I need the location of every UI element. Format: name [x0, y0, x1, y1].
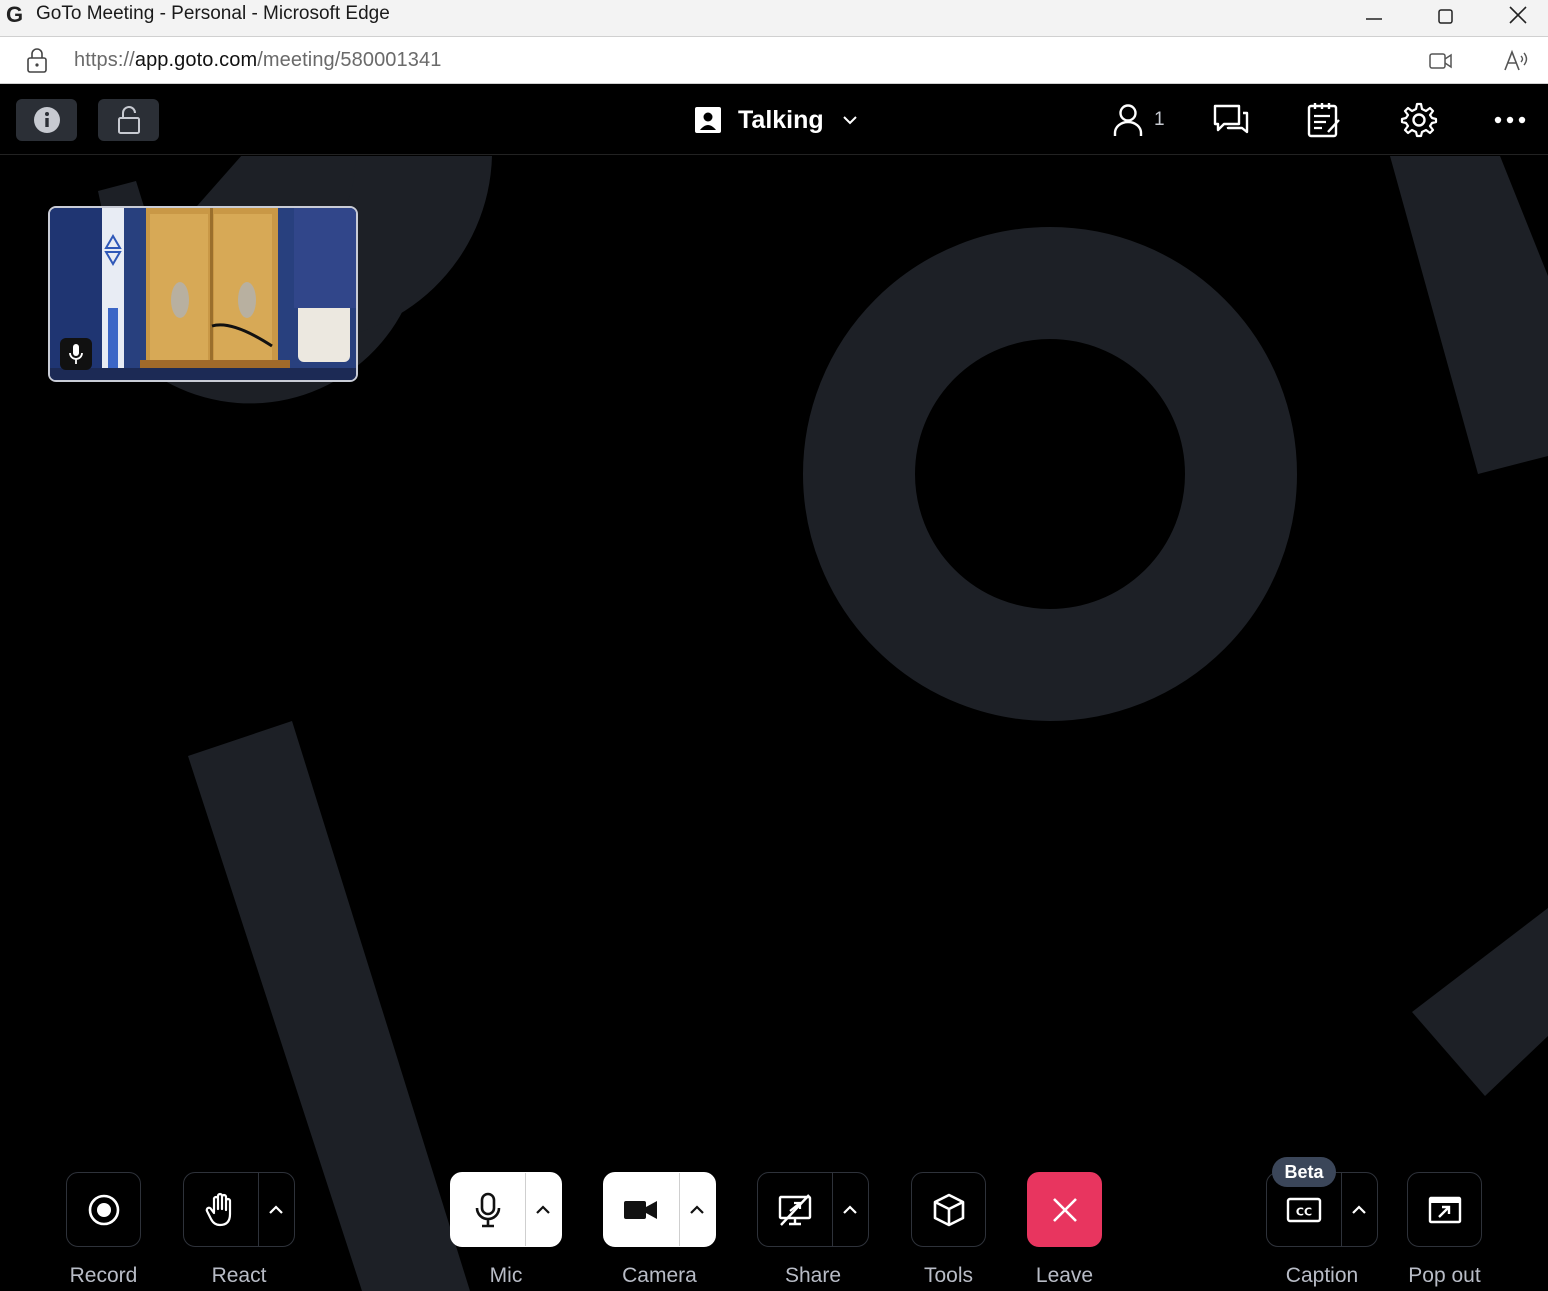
read-aloud-icon[interactable]: [1502, 48, 1530, 74]
record-icon: [88, 1194, 119, 1225]
caption-label: Caption: [1285, 1264, 1359, 1287]
minimize-button[interactable]: [1338, 0, 1410, 30]
pop-out-button[interactable]: [1407, 1172, 1482, 1247]
chevron-up-icon: [1352, 1204, 1367, 1214]
share-label: Share: [784, 1264, 842, 1287]
camera-button[interactable]: [604, 1173, 679, 1246]
address-bar[interactable]: https://app.goto.com/meeting/580001341: [0, 36, 1548, 84]
react-button-group[interactable]: [183, 1172, 295, 1247]
settings-gear-icon[interactable]: [1400, 101, 1438, 139]
share-options-button[interactable]: [833, 1173, 868, 1246]
attendee-count: 1: [1154, 109, 1165, 130]
mic-label: Mic: [489, 1264, 523, 1287]
info-icon: [33, 107, 60, 133]
camera-feed-image: [50, 208, 356, 380]
meeting-info-button[interactable]: [16, 99, 77, 141]
url-text[interactable]: https://app.goto.com/meeting/580001341: [74, 49, 441, 72]
video-camera-icon: [624, 1200, 658, 1219]
microphone-icon: [475, 1192, 501, 1227]
maximize-icon: [1438, 9, 1453, 24]
record-button[interactable]: [66, 1172, 141, 1247]
caption-options-button[interactable]: [1342, 1173, 1377, 1246]
cube-icon: [933, 1193, 964, 1226]
person-square-icon: [695, 107, 721, 133]
pop-out-label: Pop out: [1408, 1264, 1481, 1287]
raise-hand-icon: [205, 1192, 231, 1226]
goto-logo: G: [6, 2, 28, 27]
close-x-icon: [1052, 1197, 1077, 1222]
window-title: GoTo Meeting - Personal - Microsoft Edge: [36, 3, 390, 24]
notes-icon[interactable]: [1306, 101, 1342, 139]
beta-badge: Beta: [1272, 1157, 1336, 1187]
maximize-button[interactable]: [1410, 0, 1482, 30]
chevron-up-icon: [690, 1204, 705, 1214]
unlock-icon: [117, 106, 140, 134]
record-label: Record: [69, 1264, 138, 1287]
leave-label: Leave: [1035, 1264, 1094, 1287]
close-window-button[interactable]: [1482, 0, 1548, 30]
react-label: React: [211, 1264, 267, 1287]
tools-label: Tools: [923, 1264, 974, 1287]
mic-button-group[interactable]: [450, 1172, 562, 1247]
more-options-icon[interactable]: [1494, 115, 1528, 125]
mic-options-button[interactable]: [526, 1173, 561, 1246]
chevron-up-icon: [843, 1204, 858, 1214]
lock-meeting-button[interactable]: [98, 99, 159, 141]
tile-mic-indicator: [60, 338, 92, 370]
self-video-tile[interactable]: [48, 206, 358, 382]
microphone-icon: [69, 344, 83, 364]
chat-icon[interactable]: [1212, 103, 1250, 137]
chevron-down-icon: [842, 116, 857, 125]
react-button[interactable]: [184, 1173, 258, 1246]
camera-label: Camera: [622, 1264, 697, 1287]
closed-caption-icon: CC: [1286, 1197, 1322, 1222]
tools-button[interactable]: [911, 1172, 986, 1247]
share-button[interactable]: [758, 1173, 832, 1246]
share-button-group[interactable]: [757, 1172, 869, 1247]
attendees-button[interactable]: 1: [1112, 103, 1165, 137]
react-options-button[interactable]: [259, 1173, 294, 1246]
lock-icon: [27, 48, 47, 73]
chevron-up-icon: [269, 1204, 284, 1214]
view-mode-dropdown[interactable]: Talking: [694, 105, 858, 135]
svg-text:CC: CC: [1296, 1205, 1312, 1218]
window-titlebar: G GoTo Meeting - Personal - Microsoft Ed…: [0, 0, 1548, 36]
screen-share-off-icon: [778, 1193, 812, 1226]
meeting-topbar: Talking 1: [0, 85, 1548, 155]
person-icon: [1113, 104, 1143, 136]
camera-options-button[interactable]: [680, 1173, 715, 1246]
minimize-icon: [1366, 18, 1382, 20]
pop-out-icon: [1428, 1196, 1461, 1223]
leave-button[interactable]: [1027, 1172, 1102, 1247]
view-mode-label: Talking: [738, 105, 824, 134]
close-icon: [1509, 6, 1527, 24]
camera-permission-icon[interactable]: [1428, 51, 1454, 71]
camera-button-group[interactable]: [603, 1172, 716, 1247]
chevron-up-icon: [536, 1204, 551, 1214]
mic-button[interactable]: [451, 1173, 525, 1246]
